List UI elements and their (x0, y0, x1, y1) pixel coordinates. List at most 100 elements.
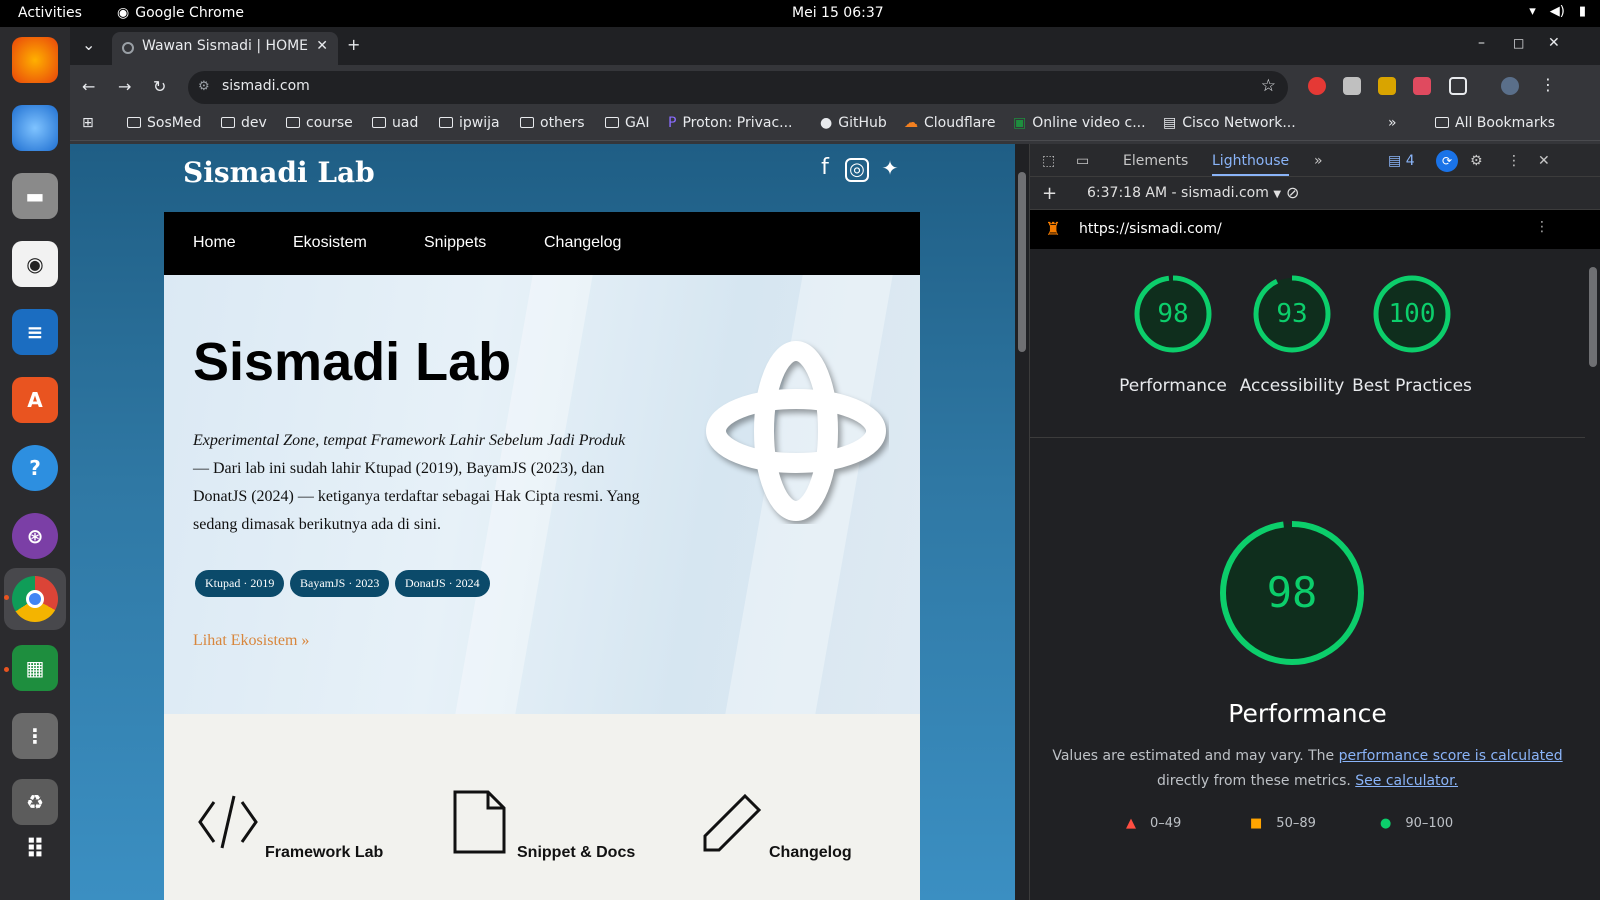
tab-elements[interactable]: Elements (1123, 153, 1188, 169)
writer-icon[interactable]: ≡ (12, 309, 58, 355)
forward-icon[interactable]: → (118, 77, 131, 96)
proton-icon: P (668, 115, 677, 131)
bookmark-uad[interactable]: uad (372, 115, 418, 131)
clear-icon[interactable]: ⊘ (1286, 183, 1299, 202)
feature-snippet-docs[interactable]: Snippet & Docs (517, 844, 635, 862)
volume-icon: ◀) (1549, 4, 1565, 19)
see-calculator-link[interactable]: See calculator. (1355, 773, 1458, 789)
more-tabs-icon[interactable]: » (1314, 153, 1323, 169)
tab-lighthouse[interactable]: Lighthouse (1212, 153, 1290, 176)
more-bookmarks-button[interactable]: » (1388, 115, 1397, 131)
facebook-icon[interactable]: f (813, 157, 837, 182)
thunderbird-icon[interactable] (12, 105, 58, 151)
bookmark-sosmed[interactable]: SosMed (127, 115, 201, 131)
close-tab-icon[interactable]: ✕ (316, 38, 328, 54)
sync-icon[interactable]: ⟳ (1436, 150, 1458, 172)
firefox-icon[interactable] (12, 37, 58, 83)
pill-donatjs[interactable]: DonatJS · 2024 (395, 570, 490, 597)
site-info-icon[interactable]: ⚙ (198, 79, 210, 94)
page-scroll-thumb[interactable] (1018, 172, 1026, 352)
nav-snippets[interactable]: Snippets (424, 234, 486, 252)
gauge-best-practices[interactable]: 100 (1372, 274, 1452, 354)
see-ecosystem-link[interactable]: Lihat Ekosistem » (193, 632, 309, 650)
gauge-accessibility[interactable]: 93 (1252, 274, 1332, 354)
trash-icon[interactable]: ♻ (12, 779, 58, 825)
extension-4-icon[interactable] (1413, 77, 1431, 95)
minimize-icon[interactable]: – (1478, 35, 1485, 51)
folder-icon (520, 117, 534, 128)
bookmark-others[interactable]: others (520, 115, 585, 131)
show-apps-icon[interactable]: ⠿ (12, 827, 58, 873)
nav-ekosistem[interactable]: Ekosistem (293, 234, 367, 252)
devtools-scroll-thumb[interactable] (1589, 267, 1597, 367)
profile-avatar[interactable] (1501, 77, 1519, 95)
chrome-dock-icon[interactable] (12, 576, 58, 622)
close-window-icon[interactable]: ✕ (1548, 35, 1560, 51)
inspect-element-icon[interactable]: ⬚ (1042, 153, 1055, 169)
pill-bayamjs[interactable]: BayamJS · 2023 (290, 570, 390, 597)
back-icon[interactable]: ← (82, 77, 95, 96)
clock[interactable]: Mei 15 06:37 (792, 5, 884, 21)
gauge-performance[interactable]: 98 (1133, 274, 1213, 354)
settings-icon[interactable]: ⚙ (1470, 153, 1483, 169)
bookmark-star-icon[interactable]: ☆ (1261, 76, 1276, 96)
web-page: Sismadi Lab f ◎ ✦ Home Ekosistem Snippet… (70, 144, 1015, 900)
bookmark-cisco[interactable]: ▤ Cisco Network... (1163, 115, 1296, 131)
report-menu-icon[interactable]: ⋮ (1535, 219, 1549, 235)
all-bookmarks[interactable]: All Bookmarks (1435, 115, 1555, 131)
devtools-scrollbar[interactable] (1585, 249, 1600, 900)
reload-icon[interactable]: ↻ (153, 77, 166, 96)
apps-grid-icon[interactable]: ⊞ (82, 115, 94, 131)
device-toolbar-icon[interactable]: ▭ (1076, 153, 1089, 169)
twitter-icon[interactable]: ✦ (878, 158, 902, 182)
active-tab[interactable]: Wawan Sismadi | HOME ✕ (112, 32, 338, 65)
activities-button[interactable]: Activities (18, 5, 82, 21)
bookmark-dev[interactable]: dev (221, 115, 267, 131)
feature-changelog[interactable]: Changelog (769, 844, 852, 862)
maximize-icon[interactable]: □ (1513, 36, 1524, 50)
nav-changelog[interactable]: Changelog (544, 234, 621, 252)
devtools-menu-icon[interactable]: ⋮ (1507, 153, 1521, 169)
nav-home[interactable]: Home (193, 234, 236, 252)
legend-average: ■ 50–89 (1250, 816, 1316, 831)
terminal-list-icon[interactable]: ⋮ (12, 713, 58, 759)
extension-3-icon[interactable] (1378, 77, 1396, 95)
close-devtools-icon[interactable]: ✕ (1538, 153, 1550, 169)
feature-framework-lab[interactable]: Framework Lab (265, 844, 383, 862)
adblock-extension-icon[interactable] (1308, 77, 1326, 95)
audited-url[interactable]: https://sismadi.com/ (1079, 221, 1222, 237)
rhythmbox-icon[interactable]: ◉ (12, 241, 58, 287)
system-tray[interactable]: ▾ ◀) ▮ (1529, 4, 1586, 19)
new-report-icon[interactable]: + (1042, 183, 1057, 204)
tab-search-chevron-icon[interactable]: ⌄ (82, 35, 95, 54)
issues-badge[interactable]: ▤ 4 (1388, 153, 1415, 169)
bookmark-course[interactable]: course (286, 115, 353, 131)
extension-2-icon[interactable] (1343, 77, 1361, 95)
page-scrollbar[interactable] (1015, 144, 1029, 900)
bookmark-proton[interactable]: P Proton: Privac... (668, 115, 793, 131)
address-bar[interactable]: ⚙ sismadi.com ☆ (188, 71, 1288, 104)
proton-vpn-icon[interactable]: ⊛ (12, 513, 58, 559)
new-tab-icon[interactable]: + (347, 35, 360, 54)
active-app-indicator[interactable]: ◉ Google Chrome (117, 5, 244, 21)
pill-ktupad[interactable]: Ktupad · 2019 (195, 570, 285, 597)
files-icon[interactable]: ▬ (12, 173, 58, 219)
site-brand[interactable]: Sismadi Lab (183, 156, 375, 189)
toolbar: ← → ↻ ⚙ sismadi.com ☆ ⋮ (70, 65, 1600, 109)
help-icon[interactable]: ? (12, 445, 58, 491)
tab-strip: ⌄ Wawan Sismadi | HOME ✕ + – □ ✕ (70, 27, 1600, 65)
bookmark-github[interactable]: ● GitHub (820, 115, 887, 131)
report-selector[interactable]: 6:37:18 AM - sismadi.com ▼ (1087, 185, 1281, 201)
bookmark-cloudflare[interactable]: ☁ Cloudflare (904, 115, 995, 131)
tab-title: Wawan Sismadi | HOME (142, 38, 309, 54)
instagram-icon[interactable]: ◎ (845, 158, 869, 182)
app-center-icon[interactable]: A (12, 377, 58, 423)
calc-icon[interactable]: ▦ (12, 645, 58, 691)
extensions-puzzle-icon[interactable] (1449, 77, 1467, 95)
bookmark-online-video[interactable]: ▣ Online video c... (1013, 115, 1146, 131)
bookmark-ipwija[interactable]: ipwija (439, 115, 500, 131)
score-calculated-link[interactable]: performance score is calculated (1339, 748, 1563, 764)
code-icon (198, 795, 258, 849)
bookmark-gai[interactable]: GAI (605, 115, 650, 131)
chrome-menu-icon[interactable]: ⋮ (1540, 75, 1556, 94)
